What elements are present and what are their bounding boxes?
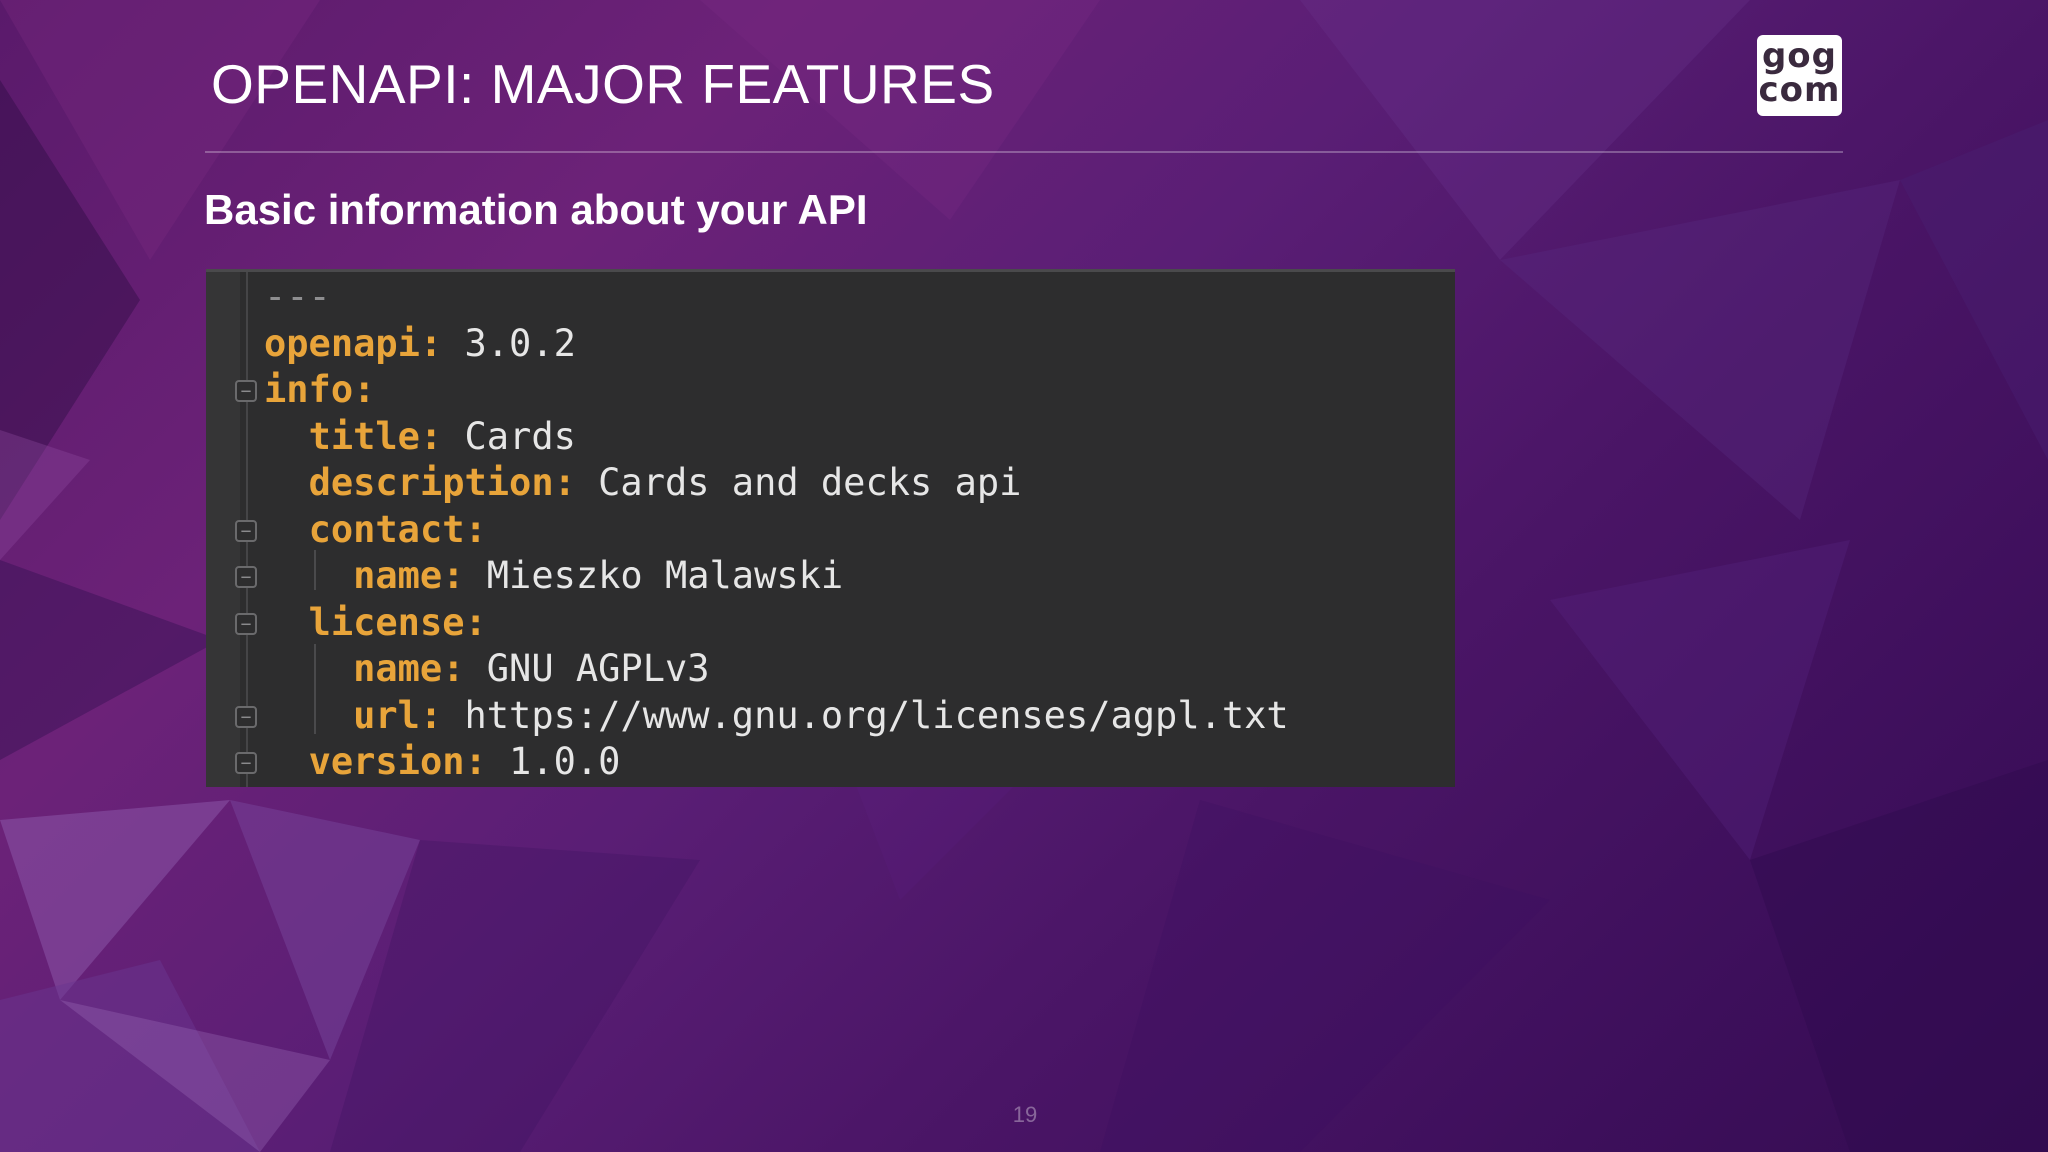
yaml-key: title: (308, 414, 443, 458)
title-divider (205, 151, 1843, 153)
yaml-value: Mieszko Malawski (464, 554, 844, 597)
fold-collapse-icon: − (235, 613, 257, 635)
yaml-value: 3.0.2 (442, 321, 576, 365)
yaml-key: version: (308, 740, 487, 783)
logo-line-2: com (1758, 70, 1841, 110)
code-line: info: (264, 367, 1289, 414)
fold-end-icon: − (235, 566, 257, 588)
code-editor-screenshot: − − − − − − --- openapi: 3.0.2 info: title… (206, 269, 1455, 787)
yaml-value: GNU AGPLv3 (464, 647, 710, 690)
logo-line-1: gog (1761, 36, 1838, 76)
code-line: name: GNU AGPLv3 (264, 646, 1289, 693)
yaml-value: https://www.gnu.org/licenses/agpl.txt (442, 693, 1289, 737)
yaml-value: 1.0.0 (486, 740, 621, 783)
fold-end-icon: − (235, 706, 257, 728)
code-line: name: Mieszko Malawski (264, 553, 1289, 600)
yaml-document-start: --- (264, 275, 331, 318)
yaml-key: name: (353, 554, 465, 597)
yaml-value: Cards (442, 414, 576, 458)
code-line: license: (264, 600, 1289, 647)
code-line: title: Cards (264, 414, 1289, 461)
fold-end-icon: − (235, 752, 257, 774)
fold-collapse-icon: − (235, 520, 257, 542)
code-line: contact: (264, 507, 1289, 554)
slide-title: OPENAPI: MAJOR FEATURES (211, 53, 995, 115)
fold-collapse-icon: − (235, 380, 257, 402)
yaml-key: name: (353, 647, 465, 690)
slide-subtitle: Basic information about your API (204, 186, 868, 233)
yaml-key: description: (308, 461, 576, 504)
editor-tab-accent (206, 269, 646, 272)
yaml-code: --- openapi: 3.0.2 info: title: Cards desc… (264, 274, 1289, 786)
code-line: version: 1.0.0 (264, 739, 1289, 786)
yaml-key: openapi: (264, 321, 443, 365)
yaml-value: Cards and decks api (575, 461, 1022, 504)
code-line: openapi: 3.0.2 (264, 321, 1289, 368)
code-line: description: Cards and decks api (264, 460, 1289, 507)
gog-logo: gog com (1757, 35, 1842, 116)
yaml-key: info: (264, 368, 376, 411)
yaml-key: license: (308, 600, 487, 644)
yaml-key: contact: (308, 507, 487, 551)
code-line: url: https://www.gnu.org/licenses/agpl.t… (264, 693, 1289, 740)
code-line: --- (264, 274, 1289, 321)
page-number: 19 (1012, 1102, 1038, 1127)
yaml-key: url: (353, 693, 443, 737)
